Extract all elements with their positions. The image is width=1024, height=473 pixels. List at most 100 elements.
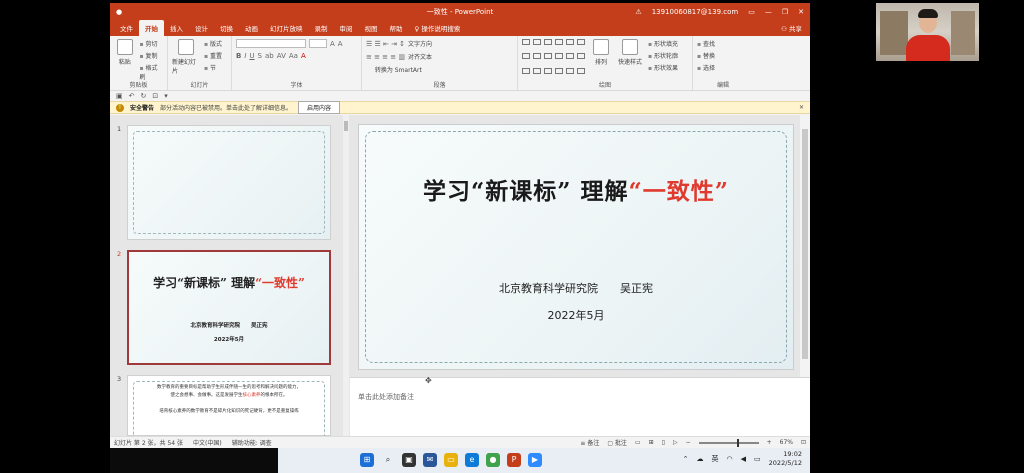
normal-view-icon[interactable]: ▭ [635, 439, 641, 446]
quick-styles-button[interactable]: 快速样式 [616, 39, 644, 80]
slideshow-icon[interactable]: ▷ [673, 439, 678, 446]
close-warning-icon[interactable]: ✕ [799, 104, 804, 111]
cloud-icon[interactable]: ☁ [697, 455, 704, 463]
account-name[interactable]: 13910060817@139.com [652, 8, 739, 16]
edge-icon[interactable]: e [465, 453, 479, 467]
minimize-button[interactable]: — [765, 8, 772, 16]
meeting-app-icon[interactable]: ▶ [528, 453, 542, 467]
security-warning-message[interactable]: 部分活动内容已被禁用。单击此处了解详细信息。 [160, 103, 292, 112]
tab-help[interactable]: 帮助 [384, 20, 409, 36]
section-button[interactable]: 节 [204, 63, 222, 72]
tell-me-search[interactable]: ♀ 操作说明搜索 [409, 20, 467, 36]
start-slideshow-icon[interactable]: ⊡ [152, 92, 158, 100]
font-name-box[interactable] [236, 39, 306, 48]
select-button[interactable]: 选择 [697, 63, 715, 72]
slide-scrollbar[interactable] [800, 115, 810, 377]
font-color-button[interactable]: A [301, 52, 306, 60]
close-button[interactable]: ✕ [798, 8, 804, 16]
tab-insert[interactable]: 插入 [164, 20, 189, 36]
replace-button[interactable]: 替换 [697, 51, 715, 60]
chevron-up-icon[interactable]: ⌃ [683, 455, 689, 463]
reset-button[interactable]: 重置 [204, 51, 222, 60]
search-icon[interactable]: ⌕ [381, 453, 395, 467]
slide-canvas[interactable]: 学习“新课标” 理解“一致性” 北京教育科学研究院 吴正宪 2022年5月 [358, 124, 794, 370]
thumbnails-scrollbar[interactable] [343, 115, 349, 436]
slide-thumbnail-2[interactable]: 学习“新课标” 理解“一致性” 北京教育科学研究院 吴正宪 2022年5月 [127, 250, 331, 365]
shape-fill-button[interactable]: 形状填充 [648, 39, 678, 48]
title-placeholder[interactable] [365, 131, 787, 363]
align-text-button[interactable]: 对齐文本 [408, 52, 432, 61]
new-slide-button[interactable]: 新建幻灯片 [172, 39, 200, 80]
text-direction-button[interactable]: 文字方向 [408, 39, 432, 48]
arrange-button[interactable]: 排列 [590, 39, 612, 80]
battery-icon[interactable]: ▭ [754, 455, 761, 463]
tab-file[interactable]: 文件 [114, 20, 139, 36]
slide-sorter-icon[interactable]: ⊞ [649, 439, 654, 446]
wifi-icon[interactable]: ◠ [727, 455, 733, 463]
task-view-icon[interactable]: ▣ [402, 453, 416, 467]
spacing-button[interactable]: AV [277, 52, 286, 60]
underline-button[interactable]: U [249, 52, 254, 60]
restore-button[interactable]: ❐ [782, 8, 788, 16]
paste-button[interactable]: 粘贴 [114, 39, 136, 80]
zoom-slider[interactable] [698, 438, 759, 447]
clock[interactable]: 19:02 2022/5/12 [769, 450, 802, 468]
autosave-icon[interactable]: ● [116, 8, 122, 16]
tab-view[interactable]: 视图 [359, 20, 384, 36]
undo-icon[interactable]: ↶ [129, 92, 135, 100]
shapes-gallery[interactable] [522, 39, 586, 80]
fit-to-window-icon[interactable]: ⊡ [801, 439, 806, 446]
tab-review[interactable]: 审阅 [334, 20, 359, 36]
zoom-in-icon[interactable]: + [767, 439, 772, 446]
redo-icon[interactable]: ↻ [141, 92, 147, 100]
layout-button[interactable]: 版式 [204, 39, 222, 48]
find-button[interactable]: 查找 [697, 39, 715, 48]
format-painter-button[interactable]: 格式刷 [140, 63, 163, 81]
windows-start-icon[interactable]: ⊞ [360, 453, 374, 467]
strikethrough-button[interactable]: S [258, 52, 262, 60]
enable-content-button[interactable]: 启用内容 [298, 101, 341, 114]
change-case-button[interactable]: Aa [289, 52, 298, 60]
accessibility-status[interactable]: 辅助功能: 调查 [232, 438, 272, 447]
tab-home[interactable]: 开始 [139, 20, 164, 36]
ribbon-display-icon[interactable]: ▭ [748, 8, 755, 16]
language-indicator[interactable]: 中文(中国) [193, 438, 222, 447]
copy-button[interactable]: 复制 [140, 51, 163, 60]
ime-indicator[interactable]: 英 [712, 454, 719, 464]
volume-icon[interactable]: ◀ [741, 455, 746, 463]
comments-button[interactable]: ▢ 批注 [607, 438, 627, 447]
notes-button[interactable]: ≡ 备注 [580, 438, 599, 447]
bullets-icon[interactable]: ☰ ☰ ⇤ ⇥ ↕ [366, 40, 405, 48]
chrome-icon[interactable]: ● [486, 453, 500, 467]
slide-subtitle[interactable]: 北京教育科学研究院 吴正宪 [359, 280, 793, 296]
align-icon[interactable]: ≡ ≡ ≡ ≡ ▥ [366, 53, 405, 61]
powerpoint-icon[interactable]: P [507, 453, 521, 467]
shape-outline-button[interactable]: 形状轮廓 [648, 51, 678, 60]
cut-button[interactable]: 剪切 [140, 39, 163, 48]
italic-button[interactable]: I [244, 52, 246, 60]
tab-slideshow[interactable]: 幻灯片放映 [264, 20, 309, 36]
shadow-button[interactable]: ab [265, 52, 274, 60]
slide-date[interactable]: 2022年5月 [359, 307, 793, 323]
file-explorer-icon[interactable]: ▭ [444, 453, 458, 467]
zoom-level[interactable]: 67% [780, 439, 793, 446]
tab-record[interactable]: 录制 [309, 20, 334, 36]
slide-thumbnail-3[interactable]: 数学教育的重要目标是帮助学生形成伴随一生的思考和解决问题的能力， 使之会想事、会… [127, 375, 331, 445]
save-icon[interactable]: ▣ [116, 92, 123, 100]
tab-transitions[interactable]: 切换 [214, 20, 239, 36]
customize-qat-icon[interactable]: ▾ [164, 92, 168, 100]
tab-design[interactable]: 设计 [189, 20, 214, 36]
smartart-button[interactable]: 转换为 SmartArt [375, 65, 422, 74]
tab-animations[interactable]: 动画 [239, 20, 264, 36]
bold-button[interactable]: B [236, 52, 241, 60]
grow-font-icon[interactable]: A [330, 40, 335, 48]
share-button[interactable]: ⚇ 共享 [773, 20, 810, 36]
shape-effects-button[interactable]: 形状效果 [648, 63, 678, 72]
reading-view-icon[interactable]: ▯ [662, 439, 665, 446]
shrink-font-icon[interactable]: A [338, 40, 343, 48]
zoom-out-icon[interactable]: − [686, 439, 691, 446]
mail-icon[interactable]: ✉ [423, 453, 437, 467]
font-size-box[interactable] [309, 39, 327, 48]
slide-title[interactable]: 学习“新课标” 理解“一致性” [359, 172, 793, 206]
slide-thumbnail-1[interactable] [127, 125, 331, 240]
